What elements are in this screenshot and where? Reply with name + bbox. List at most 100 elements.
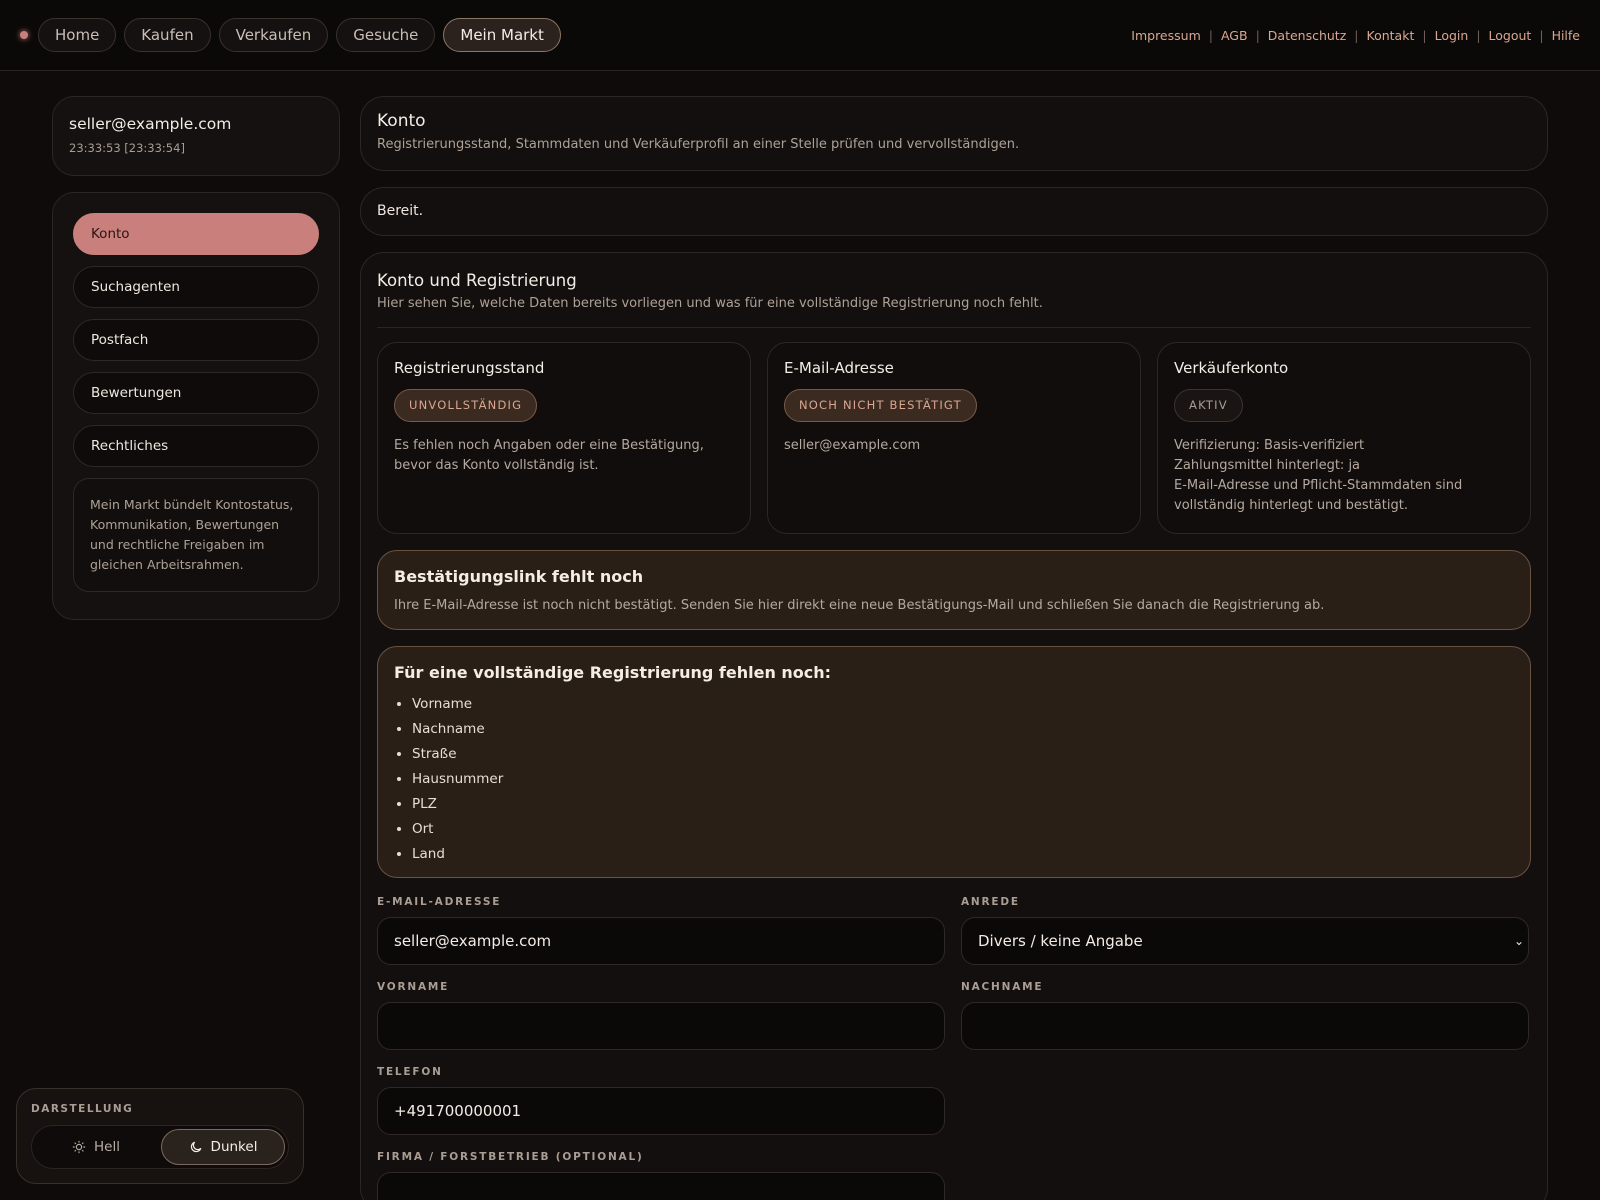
section-title: Konto und Registrierung [377,271,577,290]
theme-label: DARSTELLUNG [31,1103,134,1115]
top-bar: Home Kaufen Verkaufen Gesuche Mein Markt… [0,0,1600,71]
email-status-card: E-Mail-Adresse NOCH NICHT BESTÄTIGT sell… [767,342,1141,534]
seller-account-card: Verkäuferkonto AKTIV Verifizierung: Basi… [1157,342,1531,534]
sidebar-item-postfach[interactable]: Postfach [73,319,319,361]
link-impressum[interactable]: Impressum [1131,28,1200,43]
list-item: Ort [412,817,1514,842]
sidebar-note: Mein Markt bündelt Kontostatus, Kommunik… [73,478,319,592]
vorname-field[interactable] [377,1002,945,1050]
divider: | [1476,28,1481,43]
divider: | [1255,28,1260,43]
nachname-label: NACHNAME [961,981,1044,993]
firma-label: FIRMA / FORSTBETRIEB (OPTIONAL) [377,1151,644,1163]
missing-fields-box: Für eine vollständige Registrierung fehl… [377,646,1531,878]
section-subtitle: Hier sehen Sie, welche Daten bereits vor… [377,296,1043,311]
email-field[interactable]: seller@example.com [377,917,945,965]
nachname-field-group: NACHNAME [961,981,1529,1050]
link-agb[interactable]: AGB [1221,28,1248,43]
theme-dark-label: Dunkel [210,1139,258,1155]
alert-title: Bestätigungslink fehlt noch [394,567,644,586]
payment-line: Zahlungsmittel hinterlegt: ja [1174,458,1361,473]
nav-kaufen[interactable]: Kaufen [124,18,211,52]
card-title: Registrierungsstand [394,359,545,377]
theme-light-button[interactable]: Hell [35,1129,157,1165]
status-badge: AKTIV [1174,389,1243,422]
main-nav: Home Kaufen Verkaufen Gesuche Mein Markt [38,18,561,52]
nav-gesuche[interactable]: Gesuche [336,18,436,52]
sidebar-item-bewertungen[interactable]: Bewertungen [73,372,319,414]
anrede-select[interactable]: Divers / keine Angabe ⌄ [961,917,1529,965]
card-text: Es fehlen noch Angaben oder eine Bestäti… [394,438,704,473]
telefon-field[interactable]: +491700000001 [377,1087,945,1135]
sidebar-item-rechtliches[interactable]: Rechtliches [73,425,319,467]
nachname-field[interactable] [961,1002,1529,1050]
theme-toggle: Hell Dunkel [31,1125,289,1169]
chevron-down-icon: ⌄ [1513,934,1524,948]
link-logout[interactable]: Logout [1489,28,1532,43]
utility-links: Impressum | AGB | Datenschutz | Kontakt | Lo… [1131,28,1580,43]
moon-icon [190,1141,201,1153]
vorname-label: VORNAME [377,981,450,993]
status-dot-icon [20,31,28,39]
registration-status-card: Registrierungsstand UNVOLLSTÄNDIG Es feh… [377,342,751,534]
page-header: Konto Registrierungsstand, Stammdaten un… [360,96,1548,171]
missing-list: Vorname Nachname Straße Hausnummer PLZ O… [394,692,1514,867]
link-hilfe[interactable]: Hilfe [1552,28,1580,43]
empty-cell [961,1066,1529,1135]
list-item: Nachname [412,717,1514,742]
card-text: Verifizierung: Basis-verifiziert Zahlung… [1174,436,1514,516]
page-subtitle: Registrierungsstand, Stammdaten und Verk… [377,137,1020,152]
account-form: E-MAIL-ADRESSE seller@example.com ANREDE… [377,896,1531,1200]
firma-field[interactable] [377,1172,945,1200]
anrede-label: ANREDE [961,896,1020,908]
anrede-field-group: ANREDE Divers / keine Angabe ⌄ [961,896,1529,965]
status-text: Bereit. [377,203,424,219]
card-text: seller@example.com [784,438,921,453]
theme-dark-button[interactable]: Dunkel [161,1129,285,1165]
page-title: Konto [377,111,426,131]
nav-verkaufen[interactable]: Verkaufen [218,18,329,52]
list-item: Hausnummer [412,767,1514,792]
divider: | [1539,28,1544,43]
theme-light-label: Hell [94,1139,120,1155]
user-email: seller@example.com [69,115,232,133]
sidebar-item-konto[interactable]: Konto [73,213,319,255]
section-divider [377,327,1531,328]
confirmation-alert: Bestätigungslink fehlt noch Ihre E-Mail-… [377,550,1531,630]
theme-switcher: DARSTELLUNG Hell Dunkel [16,1088,304,1184]
link-kontakt[interactable]: Kontakt [1367,28,1415,43]
list-item: PLZ [412,792,1514,817]
list-item: Straße [412,742,1514,767]
info-cards: Registrierungsstand UNVOLLSTÄNDIG Es feh… [377,342,1531,534]
card-title: Verkäuferkonto [1174,359,1289,377]
alert-text: Ihre E-Mail-Adresse ist noch nicht bestä… [394,598,1325,613]
status-badge: UNVOLLSTÄNDIG [394,389,538,422]
sun-icon [72,1140,86,1154]
divider: | [1208,28,1213,43]
account-section: Konto und Registrierung Hier sehen Sie, … [360,252,1548,1200]
link-login[interactable]: Login [1435,28,1469,43]
completeness-line: E-Mail-Adresse und Pflicht-Stammdaten si… [1174,478,1463,513]
nav-mein-markt[interactable]: Mein Markt [443,18,561,52]
verification-line: Verifizierung: Basis-verifiziert [1174,438,1365,453]
vorname-field-group: VORNAME [377,981,945,1050]
firma-field-group: FIRMA / FORSTBETRIEB (OPTIONAL) [377,1151,945,1200]
telefon-field-group: TELEFON +491700000001 [377,1066,945,1135]
sidebar-item-suchagenten[interactable]: Suchagenten [73,266,319,308]
list-item: Vorname [412,692,1514,717]
email-label: E-MAIL-ADRESSE [377,896,502,908]
divider: | [1354,28,1359,43]
nav-home[interactable]: Home [38,18,117,52]
session-time: 23:33:53 [23:33:54] [69,141,185,155]
status-badge: NOCH NICHT BESTÄTIGT [784,389,977,422]
status-bar: Bereit. [360,187,1548,236]
link-datenschutz[interactable]: Datenschutz [1268,28,1347,43]
anrede-value: Divers / keine Angabe [978,932,1143,950]
list-item: Land [412,842,1514,867]
user-card: seller@example.com 23:33:53 [23:33:54] [52,96,340,176]
missing-title: Für eine vollständige Registrierung fehl… [394,663,832,682]
divider: | [1422,28,1427,43]
telefon-label: TELEFON [377,1066,443,1078]
card-title: E-Mail-Adresse [784,359,894,377]
email-field-group: E-MAIL-ADRESSE seller@example.com [377,896,945,965]
